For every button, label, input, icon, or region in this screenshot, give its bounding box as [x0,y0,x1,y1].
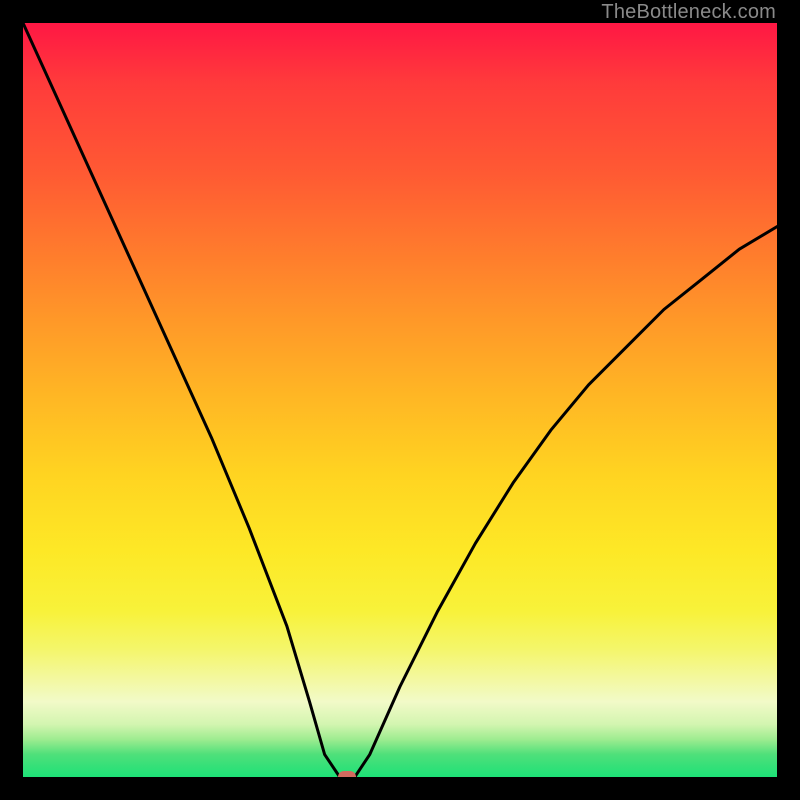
bottleneck-curve [23,23,777,777]
plot-area [23,23,777,777]
chart-frame: TheBottleneck.com [0,0,800,800]
watermark-text: TheBottleneck.com [601,1,776,24]
optimal-point-marker [338,771,356,777]
